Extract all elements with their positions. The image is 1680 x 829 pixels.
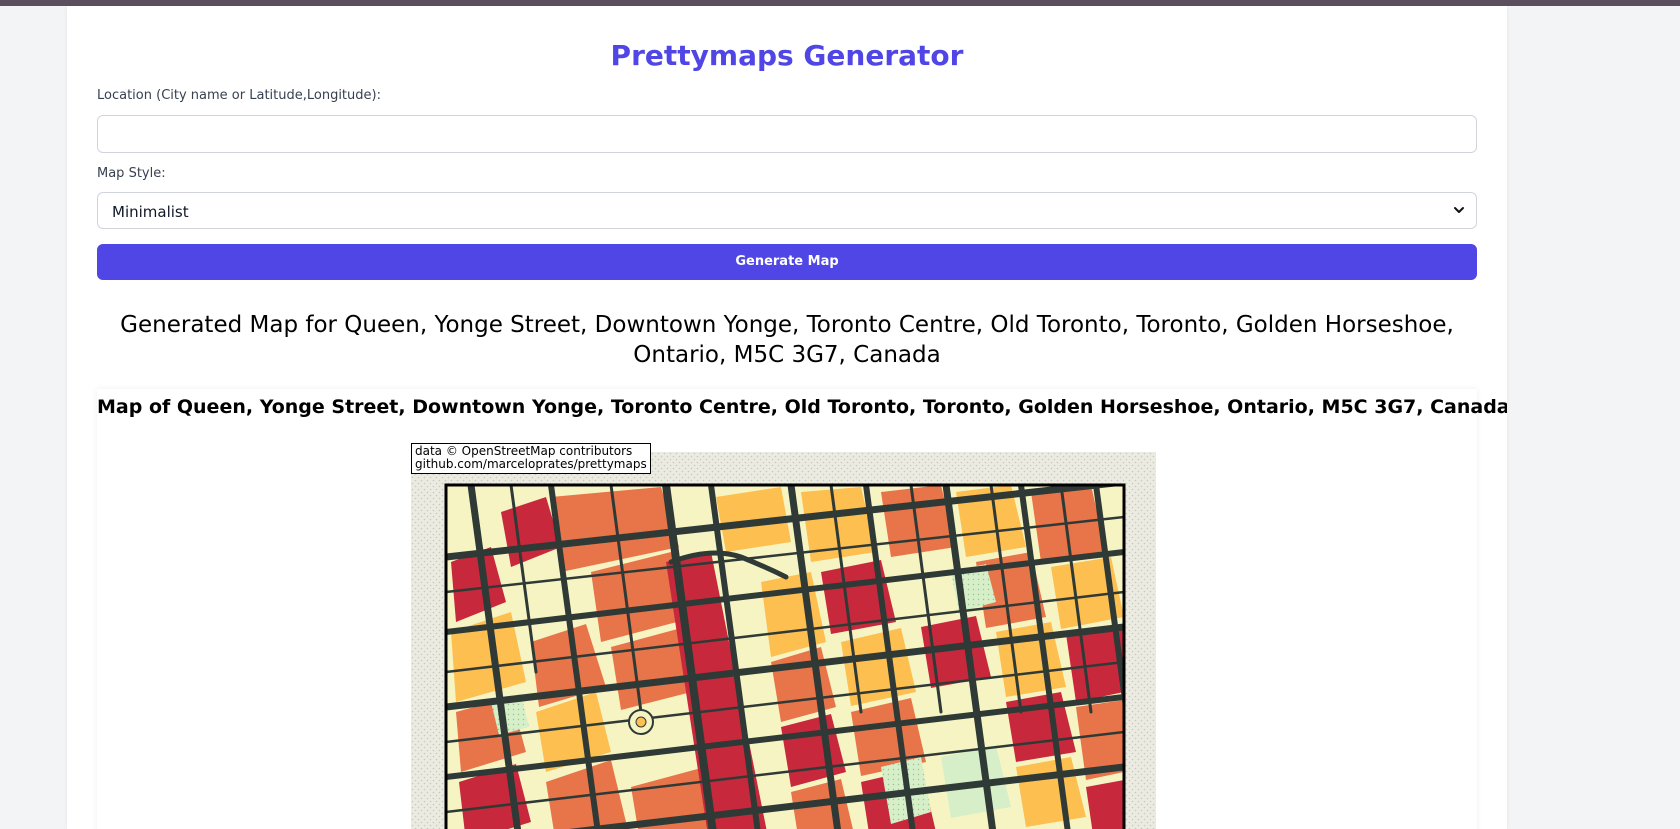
map-image: [411, 452, 1156, 829]
map-title: Map of Queen, Yonge Street, Downtown Yon…: [97, 396, 1507, 418]
map-panel: Map of Queen, Yonge Street, Downtown Yon…: [97, 389, 1507, 829]
map-style-selected-value: Minimalist: [112, 203, 189, 221]
map-content: [446, 485, 1124, 829]
map-style-select[interactable]: Minimalist: [97, 192, 1477, 229]
page-title: Prettymaps Generator: [610, 39, 964, 72]
generated-map-heading: Generated Map for Queen, Yonge Street, D…: [120, 312, 1454, 368]
generate-map-button[interactable]: Generate Map: [97, 244, 1477, 280]
attribution-line-2: github.com/marceloprates/prettymaps: [415, 457, 647, 471]
map-attribution: data © OpenStreetMap contributors github…: [411, 443, 651, 474]
map-style-label: Map Style:: [97, 166, 166, 181]
location-label: Location (City name or Latitude,Longitud…: [97, 88, 381, 103]
location-input[interactable]: [97, 115, 1477, 153]
main-card: Prettymaps Generator Location (City name…: [67, 6, 1507, 829]
chevron-down-icon: [1454, 207, 1464, 213]
